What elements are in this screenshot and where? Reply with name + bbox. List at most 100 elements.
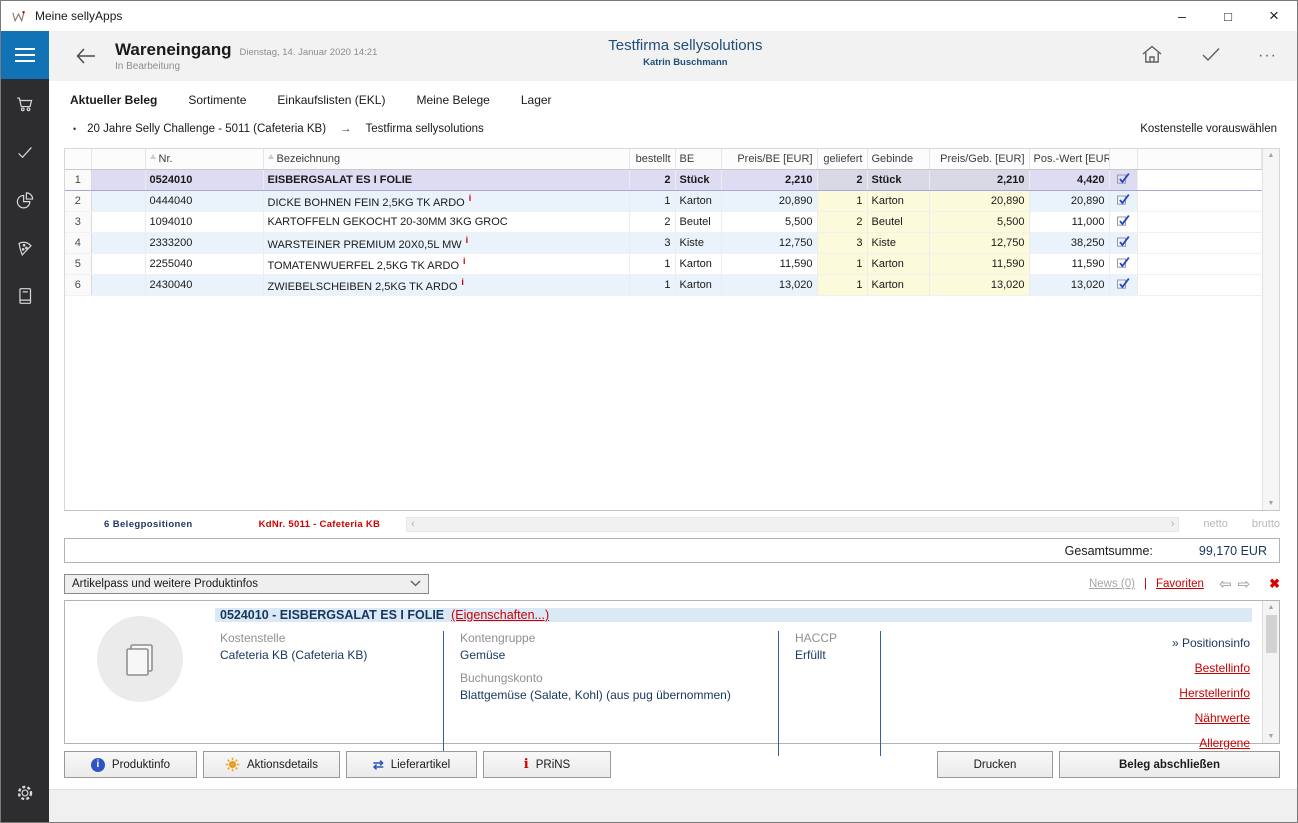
col-preis-be[interactable]: Preis/BE [EUR]: [721, 149, 817, 169]
row-confirm-check-icon[interactable]: [1109, 211, 1137, 232]
col-nr[interactable]: Nr.: [145, 149, 263, 169]
close-button[interactable]: ×: [1251, 1, 1297, 31]
app-window: Meine sellyApps – □ ×: [0, 0, 1298, 823]
row-confirm-check-icon[interactable]: [1109, 232, 1137, 253]
article-info-icon[interactable]: i: [461, 277, 464, 287]
panel-scrollbar[interactable]: ▲ ▼: [1262, 601, 1279, 743]
vertical-scrollbar[interactable]: ▲ ▼: [1262, 149, 1279, 510]
row-number: 3: [65, 211, 91, 232]
produktinfo-button[interactable]: Produktinfo: [64, 751, 197, 778]
article-name: ZWIEBELSCHEIBEN 2,5KG TK ARDOi: [263, 274, 629, 295]
total-label: Gesamtsumme:: [1065, 544, 1153, 558]
breadcrumb-document[interactable]: 20 Jahre Selly Challenge - 5011 (Cafeter…: [87, 123, 326, 135]
article-number: 0524010: [145, 169, 263, 190]
scroll-left-icon[interactable]: ‹: [411, 519, 415, 530]
tab-lager[interactable]: Lager: [515, 91, 558, 109]
table-row[interactable]: 4 2333200 WARSTEINER PREMIUM 20X0,5L MWi…: [65, 232, 1262, 253]
horizontal-scrollbar[interactable]: ‹ ›: [406, 517, 1179, 532]
prins-button[interactable]: PRiNS: [483, 751, 611, 778]
nav-positionsinfo[interactable]: » Positionsinfo: [1077, 631, 1250, 656]
product-info-dropdown[interactable]: Artikelpass und weitere Produktinfos: [64, 574, 429, 594]
breadcrumb-target[interactable]: Testfirma sellysolutions: [366, 123, 484, 135]
article-name: EISBERGSALAT ES I FOLIE: [263, 169, 629, 190]
more-options-icon[interactable]: ···: [1258, 51, 1277, 61]
article-info-icon[interactable]: i: [466, 235, 469, 245]
chevron-down-icon: [410, 578, 421, 590]
prev-arrow-icon[interactable]: ⇦: [1219, 576, 1238, 593]
close-panel-icon[interactable]: ✖: [1269, 576, 1280, 592]
article-info-icon[interactable]: i: [469, 193, 472, 203]
confirm-check-icon[interactable]: [1200, 45, 1222, 68]
row-confirm-check-icon[interactable]: [1109, 253, 1137, 274]
positions-table: Nr. Bezeichnung bestellt BE Preis/BE [EU…: [64, 148, 1280, 511]
pie-chart-icon[interactable]: [1, 176, 49, 223]
field-value: Blattgemüse (Salate, Kohl) (aus pug über…: [460, 688, 762, 702]
row-confirm-check-icon[interactable]: [1109, 169, 1137, 190]
tab-meine-belege[interactable]: Meine Belege: [410, 91, 495, 109]
field-label: Buchungskonto: [460, 671, 762, 685]
table-row[interactable]: 2 0444040 DICKE BOHNEN FEIN 2,5KG TK ARD…: [65, 190, 1262, 211]
article-image-placeholder: [97, 616, 183, 702]
back-arrow-icon[interactable]: [74, 46, 98, 66]
nav-bestellinfo[interactable]: Bestellinfo: [1077, 656, 1250, 681]
properties-link[interactable]: (Eigenschaften...): [451, 608, 549, 622]
row-confirm-check-icon[interactable]: [1109, 274, 1137, 295]
row-number: 1: [65, 169, 91, 190]
book-icon[interactable]: [1, 272, 49, 319]
article-number: 2430040: [145, 274, 263, 295]
scroll-up-icon[interactable]: ▲: [1268, 604, 1275, 611]
maximize-button[interactable]: □: [1205, 1, 1251, 31]
beleg-abschliessen-button[interactable]: Beleg abschließen: [1059, 751, 1280, 778]
tab-sortimente[interactable]: Sortimente: [182, 91, 252, 109]
document-status: In Bearbeitung: [115, 61, 377, 72]
col-bezeichnung[interactable]: Bezeichnung: [263, 149, 629, 169]
col-gebinde[interactable]: Gebinde: [867, 149, 929, 169]
col-pos-wert[interactable]: Pos.-Wert [EUR]: [1029, 149, 1109, 169]
nav-herstellerinfo[interactable]: Herstellerinfo: [1077, 681, 1250, 706]
table-row[interactable]: 6 2430040 ZWIEBELSCHEIBEN 2,5KG TK ARDOi…: [65, 274, 1262, 295]
scrollbar-thumb[interactable]: [1266, 615, 1277, 653]
scroll-down-icon[interactable]: ▼: [1268, 733, 1275, 740]
footer-strip: [49, 789, 1297, 822]
tab-einkaufslisten[interactable]: Einkaufslisten (EKL): [271, 91, 391, 109]
table-row[interactable]: 5 2255040 TOMATENWUERFEL 2,5KG TK ARDOi …: [65, 253, 1262, 274]
table-row[interactable]: 1 0524010 EISBERGSALAT ES I FOLIE 2 Stüc…: [65, 169, 1262, 190]
document-datetime: Dienstag, 14. Januar 2020 14:21: [240, 47, 378, 58]
scroll-right-icon[interactable]: ›: [1171, 519, 1175, 530]
tab-aktueller-beleg[interactable]: Aktueller Beleg: [64, 91, 163, 109]
checkmark-icon[interactable]: [1, 128, 49, 175]
drucken-button[interactable]: Drucken: [937, 751, 1053, 778]
company-name[interactable]: Testfirma sellysolutions: [608, 37, 762, 54]
col-geliefert[interactable]: geliefert: [817, 149, 867, 169]
aktionsdetails-button[interactable]: Aktionsdetails: [203, 751, 340, 778]
favorites-link[interactable]: Favoriten: [1156, 578, 1204, 590]
col-bestellt[interactable]: bestellt: [629, 149, 675, 169]
scroll-up-icon[interactable]: ▲: [1268, 152, 1275, 159]
article-number: 2255040: [145, 253, 263, 274]
row-confirm-check-icon[interactable]: [1109, 190, 1137, 211]
lieferartikel-button[interactable]: Lieferartikel: [346, 751, 477, 778]
breadcrumb-arrow-icon: →: [340, 123, 352, 135]
page-header: Wareneingang Dienstag, 14. Januar 2020 1…: [49, 31, 1297, 81]
netto-toggle[interactable]: netto: [1203, 518, 1227, 530]
field-label: HACCP: [795, 631, 864, 645]
minimize-button[interactable]: –: [1159, 1, 1205, 31]
article-info-icon[interactable]: i: [463, 256, 466, 266]
table-row[interactable]: 3 1094010 KARTOFFELN GEKOCHT 20-30MM 3KG…: [65, 211, 1262, 232]
scroll-down-icon[interactable]: ▼: [1268, 500, 1275, 507]
article-number: 0444040: [145, 190, 263, 211]
cart-icon[interactable]: [1, 80, 49, 127]
col-be[interactable]: BE: [675, 149, 721, 169]
brutto-toggle[interactable]: brutto: [1252, 518, 1280, 530]
gear-icon[interactable]: [1, 769, 49, 816]
field-value: Gemüse: [460, 648, 762, 662]
home-icon[interactable]: [1140, 43, 1164, 70]
hamburger-menu-icon[interactable]: [1, 31, 49, 79]
news-link[interactable]: News (0): [1089, 578, 1135, 590]
preselect-cost-center-action[interactable]: Kostenstelle vorauswählen: [1140, 123, 1277, 135]
product-info-bar: Artikelpass und weitere Produktinfos New…: [64, 574, 1280, 594]
nav-naehrwerte[interactable]: Nährwerte: [1077, 706, 1250, 731]
col-preis-geb[interactable]: Preis/Geb. [EUR]: [929, 149, 1029, 169]
next-arrow-icon[interactable]: ⇨: [1238, 576, 1257, 593]
pizza-slice-icon[interactable]: [1, 224, 49, 271]
